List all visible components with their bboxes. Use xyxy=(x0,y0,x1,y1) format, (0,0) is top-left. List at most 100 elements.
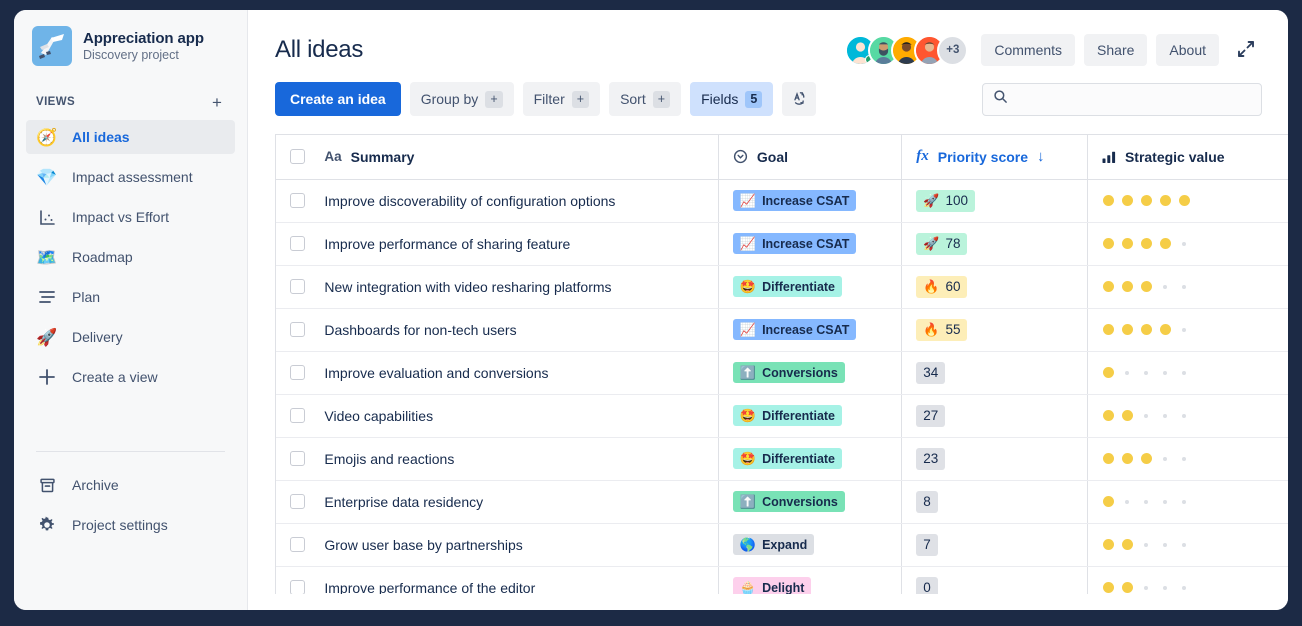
cell-priority-score[interactable]: 7 xyxy=(902,523,1088,566)
cell-goal[interactable]: 🤩Differentiate xyxy=(718,394,901,437)
cell-priority-score[interactable]: 8 xyxy=(902,480,1088,523)
cell-strategic-value[interactable] xyxy=(1087,265,1288,308)
row-checkbox[interactable] xyxy=(290,494,305,509)
row-checkbox[interactable] xyxy=(290,236,305,251)
rating-dot xyxy=(1163,543,1167,547)
rating-dot xyxy=(1122,281,1133,292)
cell-strategic-value[interactable] xyxy=(1087,523,1288,566)
cell-summary[interactable]: Improve performance of the editor xyxy=(310,566,718,594)
column-header-priority-score[interactable]: fx Priority score ↓ xyxy=(902,135,1088,179)
avatar-overflow-count[interactable]: +3 xyxy=(937,35,968,66)
priority-score-badge: 0 xyxy=(916,577,938,595)
row-checkbox[interactable] xyxy=(290,322,305,337)
cell-summary[interactable]: New integration with video resharing pla… xyxy=(310,265,718,308)
row-checkbox[interactable] xyxy=(290,193,305,208)
cell-priority-score[interactable]: 27 xyxy=(902,394,1088,437)
project-brand[interactable]: Appreciation app Discovery project xyxy=(14,10,247,66)
table-row[interactable]: Improve discoverability of configuration… xyxy=(276,179,1288,222)
cell-summary[interactable]: Dashboards for non-tech users xyxy=(310,308,718,351)
cell-strategic-value[interactable] xyxy=(1087,394,1288,437)
cell-priority-score[interactable]: 🔥55 xyxy=(902,308,1088,351)
table-row[interactable]: Improve evaluation and conversions ⬆️Conv… xyxy=(276,351,1288,394)
select-all-checkbox[interactable] xyxy=(290,149,305,164)
cell-summary[interactable]: Enterprise data residency xyxy=(310,480,718,523)
cell-goal[interactable]: 📈Increase CSAT xyxy=(718,179,901,222)
cell-goal[interactable]: ⬆️Conversions xyxy=(718,351,901,394)
cell-summary[interactable]: Video capabilities xyxy=(310,394,718,437)
cell-strategic-value[interactable] xyxy=(1087,351,1288,394)
goal-badge: ⬆️Conversions xyxy=(733,362,845,383)
cell-strategic-value[interactable] xyxy=(1087,222,1288,265)
row-checkbox[interactable] xyxy=(290,408,305,423)
cell-priority-score[interactable]: 🔥60 xyxy=(902,265,1088,308)
strategic-value-rating xyxy=(1088,281,1288,292)
sidebar-item-label: Plan xyxy=(72,289,100,305)
group-by-button[interactable]: Group by + xyxy=(410,82,514,116)
filter-button[interactable]: Filter + xyxy=(523,82,600,116)
sidebar-item-delivery[interactable]: 🚀 Delivery xyxy=(26,320,235,354)
column-header-goal[interactable]: Goal xyxy=(718,135,901,179)
sort-button[interactable]: Sort + xyxy=(609,82,681,116)
search-box[interactable] xyxy=(982,83,1262,116)
airplane-logo-icon xyxy=(37,31,67,61)
sidebar-item-all-ideas[interactable]: 🧭 All ideas xyxy=(26,120,235,154)
table-row[interactable]: Enterprise data residency⬆️Conversions82… xyxy=(276,480,1288,523)
cell-priority-score[interactable]: 0 xyxy=(902,566,1088,594)
add-view-button[interactable]: + xyxy=(209,94,225,111)
cell-goal[interactable]: 🤩Differentiate xyxy=(718,437,901,480)
cell-summary[interactable]: Improve performance of sharing feature xyxy=(310,222,718,265)
sidebar-item-plan[interactable]: Plan xyxy=(26,280,235,314)
cell-priority-score[interactable]: 🚀100 xyxy=(902,179,1088,222)
search-input[interactable] xyxy=(1016,91,1251,107)
cell-strategic-value[interactable] xyxy=(1087,308,1288,351)
table-row[interactable]: Improve performance of the editor🧁Deligh… xyxy=(276,566,1288,594)
cell-strategic-value[interactable] xyxy=(1087,179,1288,222)
row-checkbox[interactable] xyxy=(290,365,305,380)
table-row[interactable]: Video capabilities🤩Differentiate27300 xyxy=(276,394,1288,437)
cell-priority-score[interactable]: 23 xyxy=(902,437,1088,480)
expand-button[interactable] xyxy=(1230,34,1262,66)
table-row[interactable]: Improve performance of sharing feature📈I… xyxy=(276,222,1288,265)
sidebar-item-create-a-view[interactable]: Create a view xyxy=(26,360,235,394)
cell-summary[interactable]: Improve evaluation and conversions xyxy=(310,351,718,394)
avatar-stack[interactable]: +3 xyxy=(845,35,968,66)
goal-emoji-icon: 📈 xyxy=(740,237,756,250)
create-an-idea-button[interactable]: Create an idea xyxy=(275,82,401,116)
row-select-cell xyxy=(276,523,310,566)
cell-goal[interactable]: ⬆️Conversions xyxy=(718,480,901,523)
cell-summary[interactable]: Grow user base by partnerships xyxy=(310,523,718,566)
sidebar-item-impact-assessment[interactable]: 💎 Impact assessment xyxy=(26,160,235,194)
share-button[interactable]: Share xyxy=(1084,34,1147,66)
cell-goal[interactable]: 🌎Expand xyxy=(718,523,901,566)
cell-summary[interactable]: Improve discoverability of configuration… xyxy=(310,179,718,222)
about-button[interactable]: About xyxy=(1156,34,1219,66)
fields-button[interactable]: Fields 5 xyxy=(690,82,773,116)
cell-strategic-value[interactable] xyxy=(1087,480,1288,523)
cell-goal[interactable]: 📈Increase CSAT xyxy=(718,308,901,351)
table-row[interactable]: Emojis and reactions🤩Differentiate23100 xyxy=(276,437,1288,480)
column-header-summary[interactable]: Aa Summary xyxy=(310,135,718,179)
table-row[interactable]: New integration with video resharing pla… xyxy=(276,265,1288,308)
column-header-strategic-value[interactable]: Strategic value xyxy=(1087,135,1288,179)
cell-goal[interactable]: 🧁Delight xyxy=(718,566,901,594)
cell-priority-score[interactable]: 🚀78 xyxy=(902,222,1088,265)
cell-goal[interactable]: 🤩Differentiate xyxy=(718,265,901,308)
table-row[interactable]: Grow user base by partnerships🌎Expand773 xyxy=(276,523,1288,566)
row-checkbox[interactable] xyxy=(290,537,305,552)
cell-summary[interactable]: Emojis and reactions xyxy=(310,437,718,480)
sidebar-item-archive[interactable]: Archive xyxy=(26,468,235,502)
cell-priority-score[interactable]: 34 xyxy=(902,351,1088,394)
cell-strategic-value[interactable] xyxy=(1087,566,1288,594)
sidebar-item-project-settings[interactable]: Project settings xyxy=(26,508,235,542)
cell-goal[interactable]: 📈Increase CSAT xyxy=(718,222,901,265)
table-row[interactable]: Dashboards for non-tech users📈Increase C… xyxy=(276,308,1288,351)
row-checkbox[interactable] xyxy=(290,279,305,294)
comments-button[interactable]: Comments xyxy=(981,34,1075,66)
row-checkbox[interactable] xyxy=(290,451,305,466)
row-checkbox[interactable] xyxy=(290,580,305,594)
rating-dot xyxy=(1103,539,1114,550)
cell-strategic-value[interactable] xyxy=(1087,437,1288,480)
sidebar-item-impact-vs-effort[interactable]: Impact vs Effort xyxy=(26,200,235,234)
sidebar-item-roadmap[interactable]: 🗺️ Roadmap xyxy=(26,240,235,274)
auto-sort-button[interactable] xyxy=(782,82,816,116)
